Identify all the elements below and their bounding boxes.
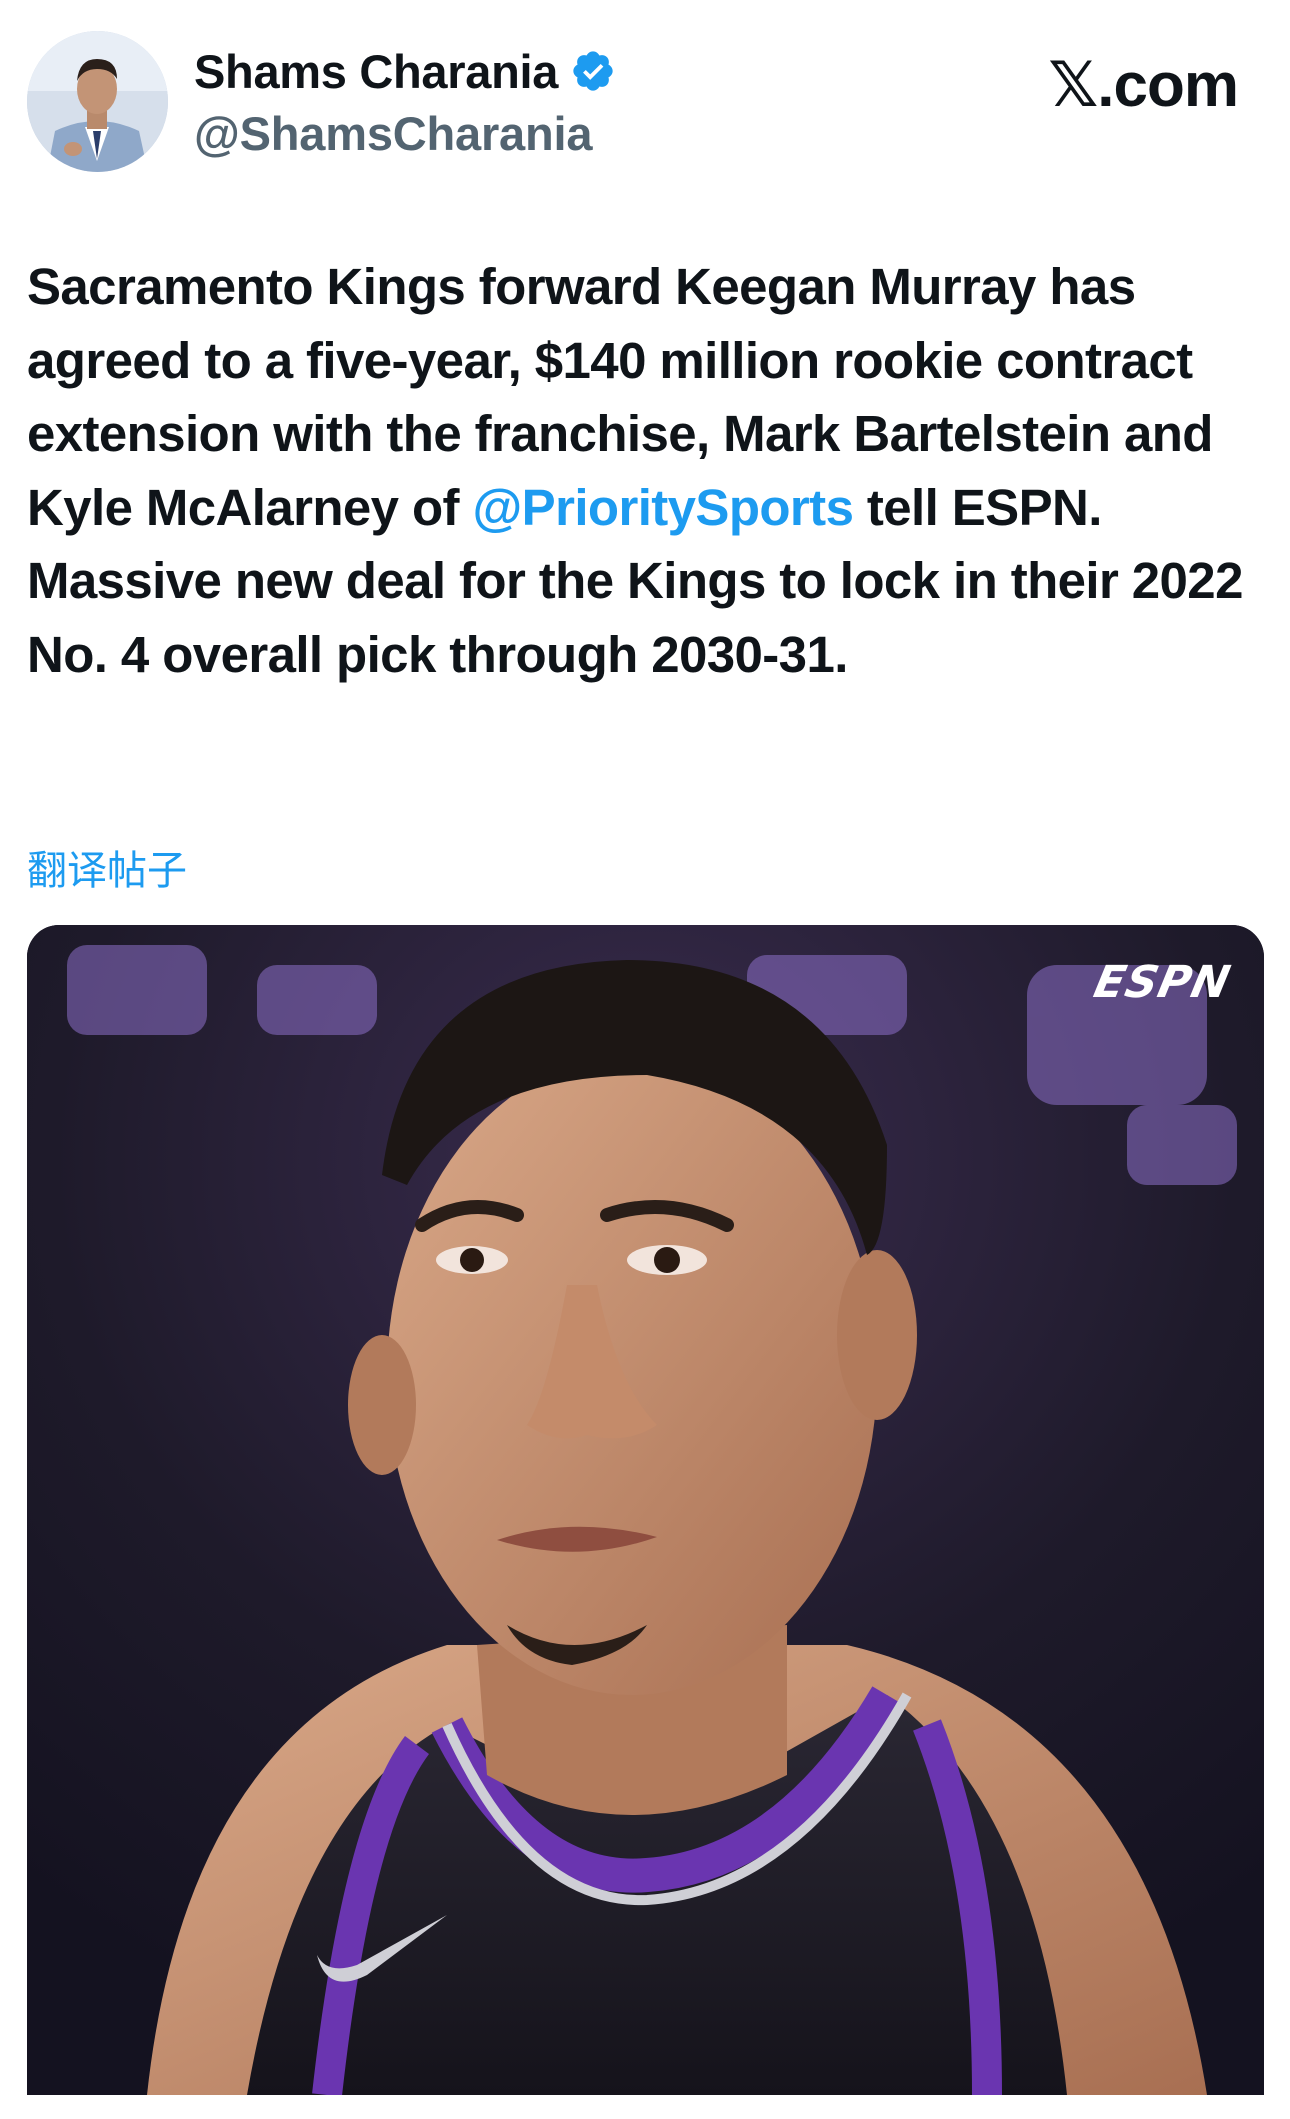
tweet-header: Shams Charania @ShamsCharania 𝕏.com <box>0 0 1290 200</box>
x-brand-logo: 𝕏.com <box>1048 48 1239 121</box>
x-logo-icon: 𝕏 <box>1048 48 1098 121</box>
name-row: Shams Charania <box>194 40 616 102</box>
mention-link[interactable]: @PrioritySports <box>473 479 854 536</box>
author-info: Shams Charania @ShamsCharania <box>194 40 616 161</box>
brand-suffix: .com <box>1097 51 1239 120</box>
tweet-body: Sacramento Kings forward Keegan Murray h… <box>27 250 1263 691</box>
espn-watermark-logo: ESPN <box>1089 957 1236 1008</box>
avatar-photo-icon <box>27 31 168 172</box>
author-avatar[interactable] <box>27 31 168 172</box>
author-handle[interactable]: @ShamsCharania <box>194 106 616 161</box>
verified-badge-icon <box>570 48 616 94</box>
player-photo-icon <box>27 925 1264 2095</box>
translate-post-link[interactable]: 翻译帖子 <box>27 838 187 896</box>
tweet-media-image[interactable]: ESPN <box>27 925 1264 2095</box>
author-display-name[interactable]: Shams Charania <box>194 44 558 99</box>
bottom-spacer <box>0 2095 1290 2119</box>
